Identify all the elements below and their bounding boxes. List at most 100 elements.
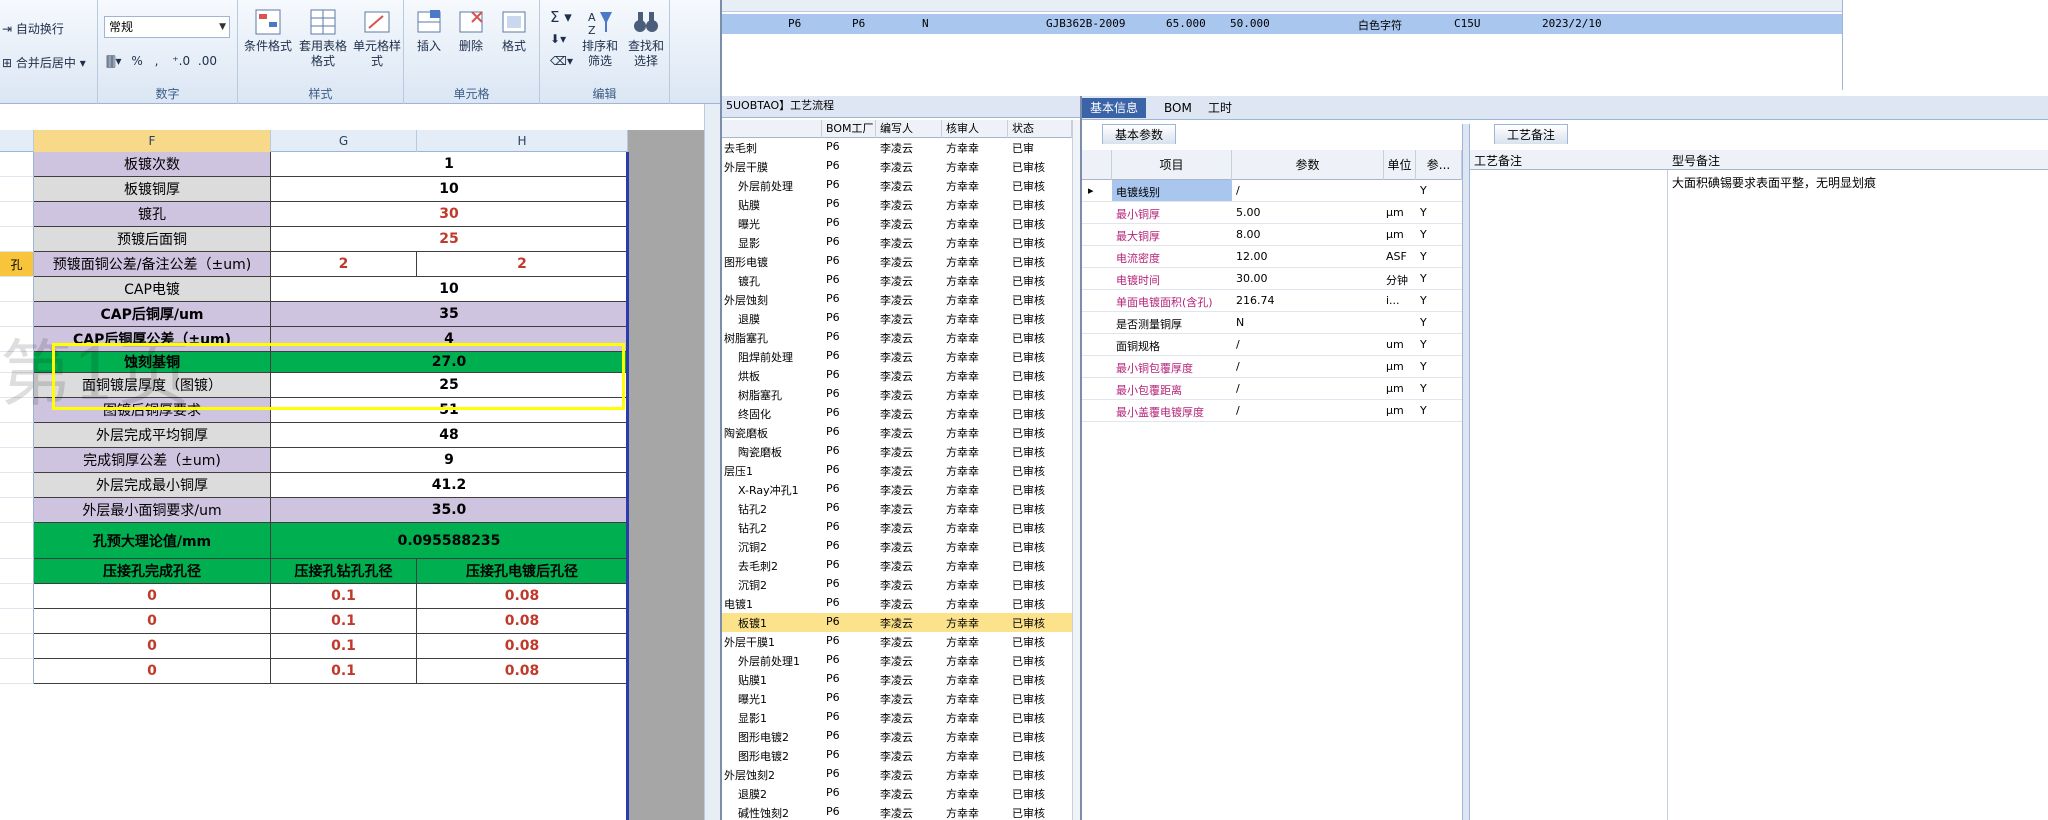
- cell-label[interactable]: 镀孔: [34, 202, 271, 227]
- process-row[interactable]: 外层前处理1 P6 李凌云 方幸幸 已审核: [722, 651, 1072, 670]
- process-row[interactable]: 外层前处理 P6 李凌云 方幸幸 已审核: [722, 176, 1072, 195]
- cell-label[interactable]: 外层完成最小铜厚: [34, 473, 271, 498]
- cell-value[interactable]: 35: [271, 302, 628, 327]
- cell-label[interactable]: 压接孔完成孔径: [34, 559, 271, 584]
- param-row[interactable]: 最小盖覆电镀厚度 / μm Y: [1082, 400, 1462, 422]
- process-row[interactable]: 去毛刺 P6 李凌云 方幸幸 已审: [722, 138, 1072, 157]
- process-row[interactable]: 外层蚀刻 P6 李凌云 方幸幸 已审核: [722, 290, 1072, 309]
- decrease-decimal-button[interactable]: .00: [198, 54, 217, 68]
- process-row[interactable]: 碱性蚀刻2 P6 李凌云 方幸幸 已审核: [722, 803, 1072, 820]
- process-row[interactable]: 图形电镀 P6 李凌云 方幸幸 已审核: [722, 252, 1072, 271]
- row-header[interactable]: [0, 423, 34, 448]
- row-header[interactable]: [0, 659, 34, 684]
- cell-value-g[interactable]: 0.1: [271, 659, 417, 684]
- cell-label[interactable]: 0: [34, 634, 271, 659]
- table-format-button[interactable]: 套用表格格式: [296, 8, 350, 69]
- cell-value[interactable]: 1: [271, 152, 628, 177]
- param-row[interactable]: 最小铜包覆厚度 / μm Y: [1082, 356, 1462, 378]
- row-header[interactable]: 孔: [0, 252, 34, 277]
- tab-basic-params[interactable]: 基本参数: [1102, 124, 1177, 144]
- process-row[interactable]: 显影 P6 李凌云 方幸幸 已审核: [722, 233, 1072, 252]
- process-note-field[interactable]: [1470, 170, 1668, 820]
- conditional-format-button[interactable]: 条件格式: [242, 8, 294, 54]
- cell-label[interactable]: 板镀铜厚: [34, 177, 271, 202]
- tab-bom[interactable]: BOM: [1156, 98, 1200, 118]
- process-tab[interactable]: 5UOBTAO】工艺流程: [722, 96, 1082, 118]
- cell-value-h[interactable]: 压接孔电镀后孔径: [417, 559, 628, 584]
- cell-value-h[interactable]: 2: [417, 252, 628, 277]
- column-header-h[interactable]: H: [417, 130, 628, 152]
- cell-value-g[interactable]: 0.1: [271, 634, 417, 659]
- cell-label[interactable]: 0: [34, 584, 271, 609]
- comma-button[interactable]: ,: [155, 54, 159, 68]
- process-row[interactable]: 陶瓷磨板 P6 李凌云 方幸幸 已审核: [722, 442, 1072, 461]
- row-header[interactable]: [0, 473, 34, 498]
- number-format-select[interactable]: 常规 ▼: [104, 16, 230, 38]
- process-row[interactable]: 电镀1 P6 李凌云 方幸幸 已审核: [722, 594, 1072, 613]
- cell-label[interactable]: 预镀后面铜: [34, 227, 271, 252]
- cell-value[interactable]: 10: [271, 177, 628, 202]
- process-row[interactable]: 层压1 P6 李凌云 方幸幸 已审核: [722, 461, 1072, 480]
- process-row[interactable]: 沉铜2 P6 李凌云 方幸幸 已审核: [722, 537, 1072, 556]
- tab-basic-info[interactable]: 基本信息: [1082, 98, 1147, 118]
- increase-decimal-button[interactable]: ⁺.0: [172, 54, 190, 68]
- process-row[interactable]: 钻孔2 P6 李凌云 方幸幸 已审核: [722, 518, 1072, 537]
- merge-center-button[interactable]: ⊞ 合并后居中 ▾: [2, 54, 86, 71]
- param-row[interactable]: 面铜规格 / um Y: [1082, 334, 1462, 356]
- cell-label[interactable]: CAP电镀: [34, 277, 271, 302]
- process-header-reviewer[interactable]: 核审人: [942, 120, 1008, 138]
- cell-value[interactable]: 41.2: [271, 473, 628, 498]
- process-row[interactable]: 外层蚀刻2 P6 李凌云 方幸幸 已审核: [722, 765, 1072, 784]
- process-row[interactable]: 镀孔 P6 李凌云 方幸幸 已审核: [722, 271, 1072, 290]
- process-row[interactable]: 沉铜2 P6 李凌云 方幸幸 已审核: [722, 575, 1072, 594]
- process-row[interactable]: 显影1 P6 李凌云 方幸幸 已审核: [722, 708, 1072, 727]
- cell-style-button[interactable]: 单元格样式: [352, 8, 402, 69]
- param-row[interactable]: 最小铜厚 5.00 μm Y: [1082, 202, 1462, 224]
- cell-label[interactable]: 板镀次数: [34, 152, 271, 177]
- process-row[interactable]: 去毛刺2 P6 李凌云 方幸幸 已审核: [722, 556, 1072, 575]
- clear-button[interactable]: ⌫▾: [550, 54, 573, 68]
- cell-label[interactable]: 外层完成平均铜厚: [34, 423, 271, 448]
- row-header[interactable]: [0, 584, 34, 609]
- percent-button[interactable]: %: [131, 54, 142, 68]
- param-row[interactable]: 最小包覆距离 / μm Y: [1082, 378, 1462, 400]
- cell-value-g[interactable]: 压接孔钻孔孔径: [271, 559, 417, 584]
- sort-filter-button[interactable]: AZ 排序和筛选: [578, 8, 622, 69]
- row-header[interactable]: [0, 498, 34, 523]
- insert-button[interactable]: 插入: [408, 8, 450, 54]
- excel-vertical-scrollbar[interactable]: [704, 104, 720, 820]
- process-row[interactable]: 终固化 P6 李凌云 方幸幸 已审核: [722, 404, 1072, 423]
- process-row[interactable]: 钻孔2 P6 李凌云 方幸幸 已审核: [722, 499, 1072, 518]
- param-row[interactable]: 是否测量铜厚 N Y: [1082, 312, 1462, 334]
- cell-value-h[interactable]: 0.08: [417, 634, 628, 659]
- cell-value-h[interactable]: 0.08: [417, 584, 628, 609]
- cell-label[interactable]: 外层最小面铜要求/um: [34, 498, 271, 523]
- cell-value[interactable]: 0.095588235: [271, 523, 628, 559]
- cell-value[interactable]: 35.0: [271, 498, 628, 523]
- process-row[interactable]: 图形电镀2 P6 李凌云 方幸幸 已审核: [722, 746, 1072, 765]
- process-row[interactable]: 阻焊前处理 P6 李凌云 方幸幸 已审核: [722, 347, 1072, 366]
- cell-value-g[interactable]: 0.1: [271, 609, 417, 634]
- autosum-button[interactable]: Σ ▾: [550, 8, 572, 26]
- cell-value-h[interactable]: 0.08: [417, 659, 628, 684]
- format-button[interactable]: 格式: [492, 8, 536, 54]
- process-row[interactable]: 曝光1 P6 李凌云 方幸幸 已审核: [722, 689, 1072, 708]
- param-row[interactable]: 单面电镀面积(含孔) 216.74 i... Y: [1082, 290, 1462, 312]
- params-header-unit[interactable]: 单位: [1384, 150, 1416, 180]
- process-row[interactable]: 曝光 P6 李凌云 方幸幸 已审核: [722, 214, 1072, 233]
- cell-label[interactable]: 孔预大理论值/mm: [34, 523, 271, 559]
- model-note-field[interactable]: 大面积碘锡要求表面平整，无明显划痕: [1668, 170, 2048, 820]
- process-row[interactable]: 树脂塞孔 P6 李凌云 方幸幸 已审核: [722, 328, 1072, 347]
- process-row[interactable]: 图形电镀2 P6 李凌云 方幸幸 已审核: [722, 727, 1072, 746]
- row-header[interactable]: [0, 177, 34, 202]
- cell-value-g[interactable]: 0.1: [271, 584, 417, 609]
- param-row[interactable]: ▸ 电镀线别 / Y: [1082, 180, 1462, 202]
- process-row[interactable]: 树脂塞孔 P6 李凌云 方幸幸 已审核: [722, 385, 1072, 404]
- row-header[interactable]: [0, 277, 34, 302]
- process-row[interactable]: 陶瓷磨板 P6 李凌云 方幸幸 已审核: [722, 423, 1072, 442]
- cell-value[interactable]: 30: [271, 202, 628, 227]
- process-row[interactable]: 退膜2 P6 李凌云 方幸幸 已审核: [722, 784, 1072, 803]
- param-row[interactable]: 电流密度 12.00 ASF Y: [1082, 246, 1462, 268]
- panel-splitter[interactable]: [1462, 124, 1470, 820]
- cell-value-h[interactable]: 0.08: [417, 609, 628, 634]
